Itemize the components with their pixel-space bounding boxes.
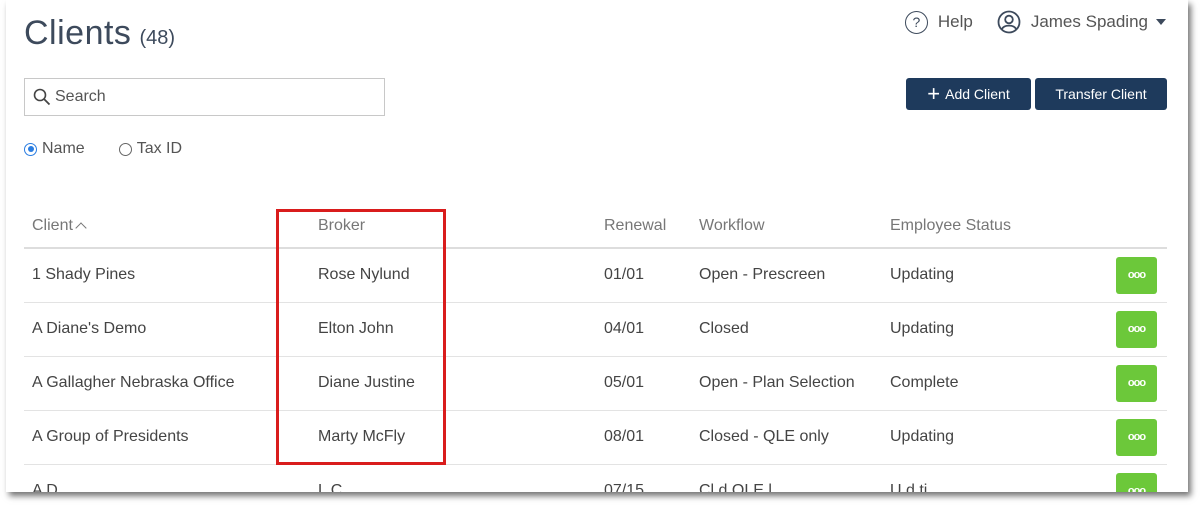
row-actions-button[interactable]: ooo [1116,418,1157,456]
cell-employee-status: Updating [890,410,1116,465]
page-title-block: Clients (48) [24,14,175,53]
transfer-client-button[interactable]: Transfer Client [1035,78,1167,110]
cell-workflow: Closed - QLE only [699,410,890,465]
cell-client: A Group of Presidents [24,410,318,465]
table-row[interactable]: A Diane's Demo Elton John 04/01 Closed U… [24,302,1167,357]
cell-employee-status: U d ti [890,464,1116,492]
more-icon: ooo [1127,431,1146,443]
table-header-row: Client Broker Renewal Workflow Employee … [24,205,1167,249]
cell-broker: Rose Nylund [318,248,604,303]
radio-tax-id[interactable]: Tax ID [118,140,183,158]
cell-actions: ooo [1116,356,1167,411]
cell-workflow: Open - Prescreen [699,248,890,303]
column-label-employee-status: Employee Status [890,217,1011,234]
user-name: James Spading [1030,12,1148,31]
cell-actions: ooo [1116,302,1167,357]
cell-employee-status: Updating [890,248,1116,303]
column-label-client: Client [32,217,73,234]
cell-broker: Elton John [318,302,604,357]
user-icon [997,10,1021,34]
cell-renewal: 04/01 [604,302,699,357]
cell-renewal: 01/01 [604,248,699,303]
user-menu[interactable]: James Spading [997,10,1166,34]
cell-workflow: Closed [699,302,890,357]
clients-table: Client Broker Renewal Workflow Employee … [24,205,1167,492]
search-mode-radios: Name Tax ID [24,140,216,158]
column-header-employee-status[interactable]: Employee Status [890,205,1116,249]
client-count: (48) [139,27,176,49]
more-icon: ooo [1127,269,1146,282]
cell-renewal: 05/01 [604,356,699,411]
radio-button-checked[interactable] [24,142,37,156]
more-icon: ooo [1127,377,1146,389]
help-link[interactable]: ? Help [904,10,973,34]
table-row[interactable]: A Gallagher Nebraska Office Diane Justin… [24,356,1167,411]
help-label: Help [937,12,973,31]
top-right-menu: ? Help James Spading [904,8,1166,36]
row-actions-button[interactable]: ooo [1116,364,1157,402]
table-row[interactable]: 1 Shady Pines Rose Nylund 01/01 Open - P… [24,248,1167,303]
table-row[interactable]: A Group of Presidents Marty McFly 08/01 … [24,410,1167,465]
row-actions-button[interactable]: ooo [1116,472,1157,492]
column-header-actions [1116,205,1167,249]
cell-workflow: Cl d QLE l [699,464,890,492]
transfer-client-label: Transfer Client [1055,86,1147,102]
plus-icon: + [927,81,941,106]
row-actions-button[interactable]: ooo [1116,310,1157,348]
cell-employee-status: Complete [890,356,1116,411]
radio-name[interactable]: Name [24,140,85,158]
cell-employee-status: Updating [890,302,1116,357]
cell-actions: ooo [1116,464,1167,492]
add-client-button[interactable]: + Add Client [906,78,1031,110]
radio-label-name: Name [42,140,85,157]
search-box [24,78,385,116]
help-icon: ? [904,10,928,34]
column-label-workflow: Workflow [699,217,765,234]
column-label-broker: Broker [318,217,366,234]
table-row[interactable]: A D L C 07/15 Cl d QLE l U d ti ooo [24,464,1167,492]
cell-client: A D [24,464,318,492]
cell-broker: Diane Justine [318,356,604,411]
cell-renewal: 08/01 [604,410,699,465]
search-input[interactable] [55,88,355,106]
column-header-client[interactable]: Client [24,205,318,249]
column-header-renewal[interactable]: Renewal [604,205,699,249]
app-window: Clients (48) ? Help James Spading + Add … [6,0,1188,492]
radio-label-tax-id: Tax ID [136,140,183,157]
page-title: Clients [24,14,132,52]
cell-renewal: 07/15 [604,464,699,492]
cell-actions: ooo [1116,410,1167,465]
cell-broker: L C [318,464,604,492]
more-icon: ooo [1127,485,1146,492]
row-actions-button[interactable]: ooo [1116,256,1157,294]
radio-button-unchecked[interactable] [118,142,132,156]
column-header-broker[interactable]: Broker [318,205,604,249]
chevron-down-icon [1156,19,1166,25]
column-label-renewal: Renewal [604,217,667,234]
cell-client: A Diane's Demo [24,302,318,357]
sort-ascending-icon [75,222,87,234]
cell-workflow: Open - Plan Selection [699,356,890,411]
search-icon [33,88,51,106]
cell-actions: ooo [1116,248,1167,303]
cell-client: A Gallagher Nebraska Office [24,356,318,411]
cell-broker: Marty McFly [318,410,604,465]
add-client-label: Add Client [945,86,1010,102]
column-header-workflow[interactable]: Workflow [699,205,890,249]
more-icon: ooo [1127,323,1146,335]
cell-client: 1 Shady Pines [24,248,318,303]
